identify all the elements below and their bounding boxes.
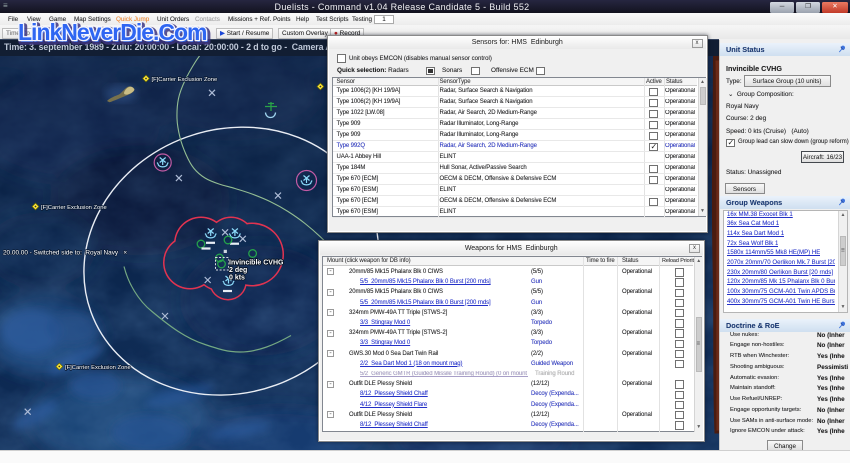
svg-text:2 deg: 2 deg [229, 267, 247, 274]
svg-text:LinkNeverDie.Com: LinkNeverDie.Com [18, 19, 207, 45]
svg-text:[F]Carrier Exclusion Zone: [F]Carrier Exclusion Zone [65, 365, 131, 371]
svg-text:[F]Carrier Exclusion Zone: [F]Carrier Exclusion Zone [152, 77, 218, 83]
svg-text:0 kts: 0 kts [229, 274, 245, 281]
svg-text:Invincible CVHG: Invincible CVHG [229, 259, 284, 266]
svg-text:20.00.00 - Switched side to:: 20.00.00 - Switched side to: Royal Navy … [3, 249, 127, 256]
svg-text:[F]Carrier Exclusion Zone: [F]Carrier Exclusion Zone [41, 205, 107, 211]
